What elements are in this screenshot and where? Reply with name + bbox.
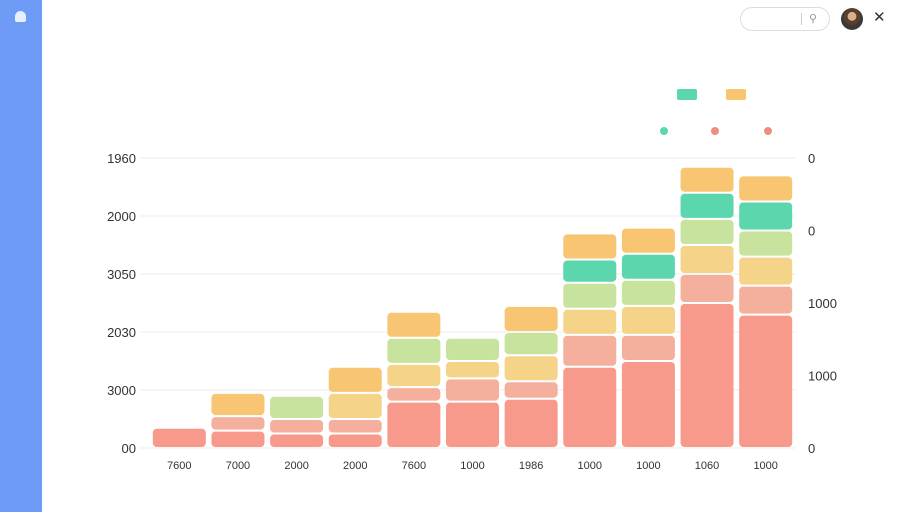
x-tick-label: 1000 xyxy=(636,460,660,472)
bar-segment xyxy=(270,434,324,447)
bar-segment xyxy=(387,312,441,337)
bar-segment xyxy=(621,362,675,447)
bar-segment xyxy=(563,283,617,308)
x-tick-label: 1000 xyxy=(460,460,484,472)
bar-segment xyxy=(680,275,734,302)
y-tick-label-left: 3050 xyxy=(107,267,136,282)
bar-segment xyxy=(504,382,558,398)
legend-dot xyxy=(660,127,668,135)
bar-segment xyxy=(328,393,382,418)
bar-segment xyxy=(563,309,617,334)
bar-segment xyxy=(211,431,265,447)
bar-segment xyxy=(739,176,793,201)
chart-bars xyxy=(152,167,793,447)
x-axis: 7600 7000 2000 2000 7600 1000 1986 1000 1000 1060… xyxy=(167,460,778,472)
bar-segment xyxy=(504,333,558,355)
bar-segment xyxy=(270,396,324,418)
legend-marks xyxy=(660,89,772,135)
bar-segment xyxy=(387,402,441,447)
bar-segment xyxy=(504,306,558,331)
bar-segment xyxy=(270,420,324,433)
x-tick-label: 2000 xyxy=(284,460,308,472)
bar-segment xyxy=(621,335,675,360)
y-axis-left: 1960 2000 3050 2030 3000 00 xyxy=(107,151,136,456)
bar-segment xyxy=(739,257,793,285)
bar-segment xyxy=(152,428,206,447)
bar-segment xyxy=(387,388,441,401)
bar-segment xyxy=(328,420,382,433)
bar-segment xyxy=(211,393,265,416)
x-tick-label: 7600 xyxy=(402,460,426,472)
bar-segment xyxy=(328,434,382,447)
bar-segment xyxy=(563,234,617,259)
x-tick-label: 2000 xyxy=(343,460,367,472)
y-tick-label-right: 1000 xyxy=(808,369,837,384)
bar-segment xyxy=(563,260,617,282)
bar-segment xyxy=(328,367,382,392)
y-tick-label-right: 0 xyxy=(808,441,815,456)
bar-segment xyxy=(739,231,793,256)
y-tick-label-right: 0 xyxy=(808,151,815,166)
y-tick-label-left: 2000 xyxy=(107,209,136,224)
bar-segment xyxy=(680,167,734,192)
bar-segment xyxy=(446,402,499,447)
bar-segment xyxy=(680,193,734,218)
bar-segment xyxy=(387,364,441,387)
bar-segment xyxy=(621,228,675,253)
bar-segment xyxy=(504,356,558,381)
bar-segment xyxy=(680,246,734,273)
bar-segment xyxy=(504,399,558,447)
y-tick-label-left: 00 xyxy=(122,441,136,456)
bar-segment xyxy=(446,379,499,401)
bar-segment xyxy=(680,219,734,244)
bar-segment xyxy=(621,280,675,305)
legend-dot xyxy=(764,127,772,135)
bar-segment xyxy=(739,202,793,230)
legend-dot xyxy=(711,127,719,135)
x-tick-label: 7600 xyxy=(167,460,191,472)
bar-segment xyxy=(211,417,265,430)
bar-segment xyxy=(563,335,617,366)
y-tick-label-left: 3000 xyxy=(107,383,136,398)
bar-segment xyxy=(621,254,675,279)
legend-swatch xyxy=(677,89,697,100)
legend-swatch xyxy=(726,89,746,100)
bar-segment xyxy=(739,286,793,314)
bar-segment xyxy=(446,338,499,360)
bar-segment xyxy=(387,338,441,363)
x-tick-label: 1986 xyxy=(519,460,543,472)
bar-segment xyxy=(563,367,617,447)
y-axis-right: 0 0 1000 1000 0 xyxy=(808,151,837,456)
y-tick-label-right: 0 xyxy=(808,224,815,239)
y-tick-label-left: 2030 xyxy=(107,325,136,340)
y-tick-label-right: 1000 xyxy=(808,296,837,311)
bar-segment xyxy=(621,306,675,334)
x-tick-label: 1000 xyxy=(753,460,777,472)
x-tick-label: 1000 xyxy=(578,460,602,472)
y-tick-label-left: 1960 xyxy=(107,151,136,166)
bar-segment xyxy=(680,304,734,447)
x-tick-label: 7000 xyxy=(226,460,250,472)
bar-segment xyxy=(739,315,793,447)
stacked-bar-chart: 1960200030502030300000 00100010000 7600 7… xyxy=(107,89,837,472)
x-tick-label: 1060 xyxy=(695,460,719,472)
bar-segment xyxy=(446,362,499,378)
